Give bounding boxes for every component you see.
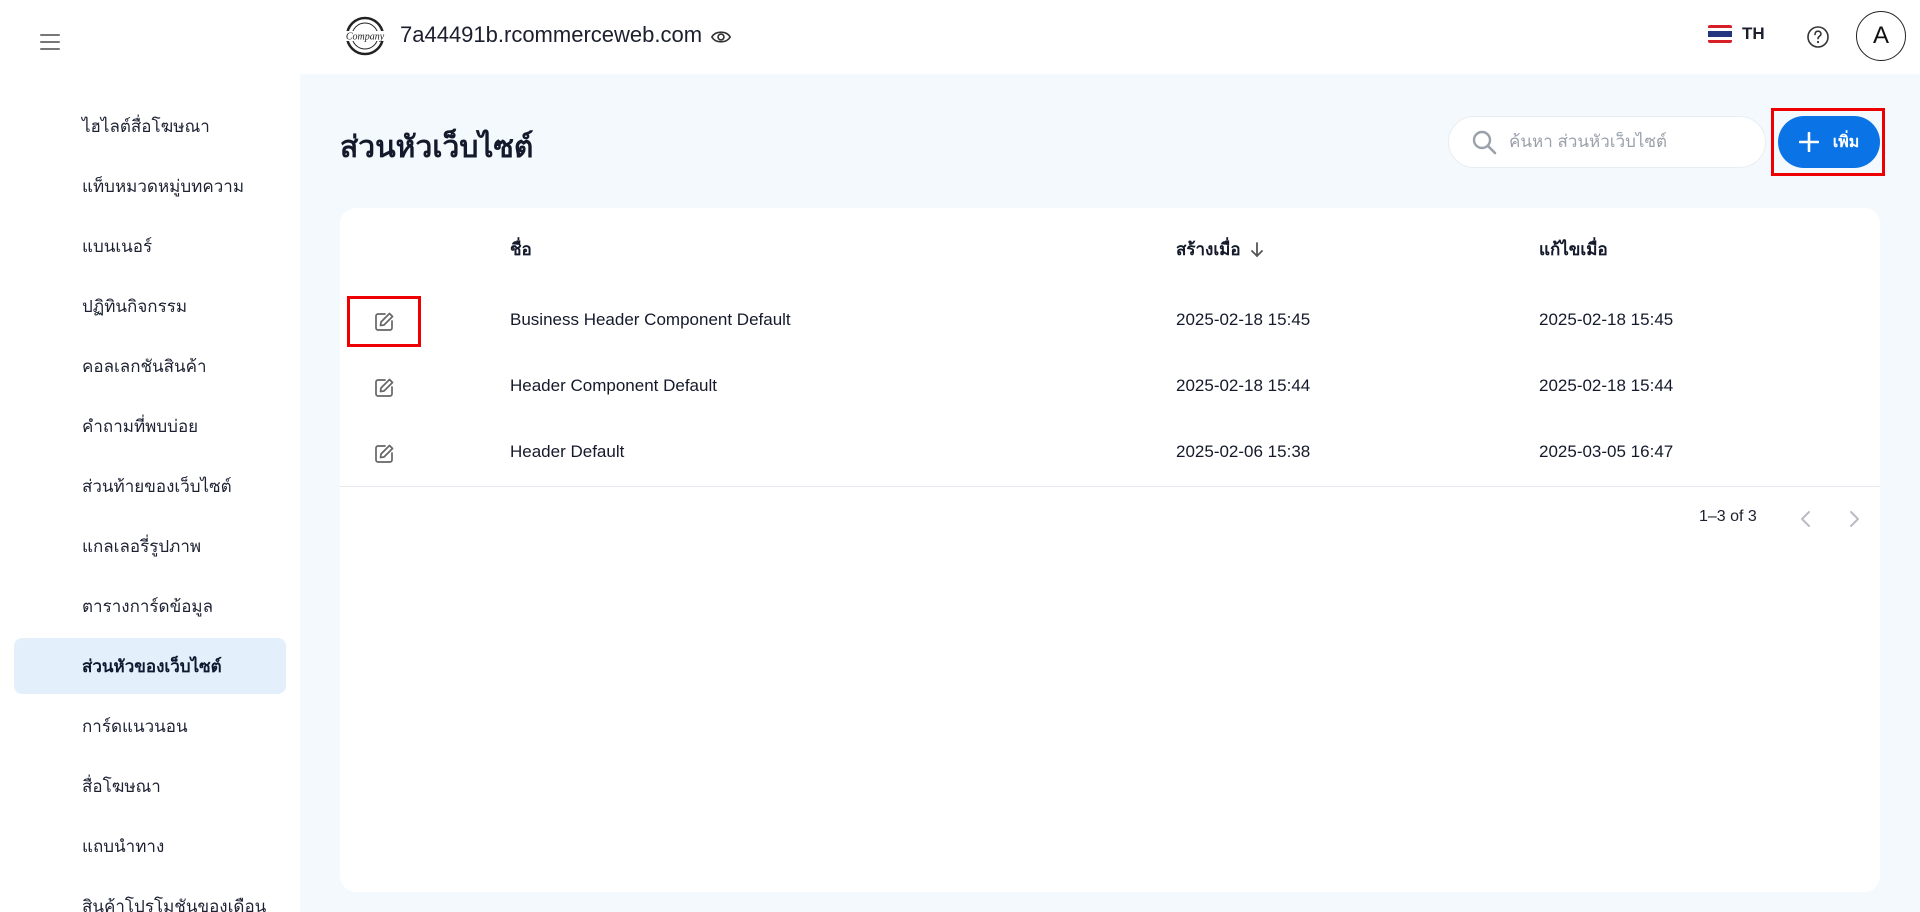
- language-switcher[interactable]: TH: [1708, 24, 1765, 44]
- site-domain: 7a44491b.rcommerceweb.com: [400, 22, 703, 47]
- pagination-range: 1–3 of 3: [1699, 508, 1757, 525]
- sidebar-item-label: แกลเลอรี่รูปภาพ: [82, 536, 202, 556]
- sidebar-item-label: แบนเนอร์: [82, 236, 153, 256]
- plus-icon: [1798, 132, 1819, 152]
- chevron-left-icon[interactable]: [1795, 508, 1817, 530]
- sidebar-item[interactable]: ไฮไลต์สื่อโฆษณา: [14, 98, 286, 154]
- sidebar-item[interactable]: สื่อโฆษณา: [14, 758, 286, 814]
- sidebar-item[interactable]: ส่วนหัวของเว็บไซต์: [14, 638, 286, 694]
- cell-name: Header Component Default: [510, 376, 717, 395]
- edit-button-highlight: [347, 296, 421, 347]
- add-button-label: เพิ่ม: [1832, 133, 1860, 151]
- help-icon[interactable]: [1806, 25, 1830, 49]
- cell-updated: 2025-02-18 15:44: [1539, 376, 1674, 395]
- svg-text:Company: Company: [346, 32, 385, 43]
- sidebar-menu: ไฮไลต์สื่อโฆษณาแท็บหมวดหมู่บทความแบนเนอร…: [14, 98, 286, 912]
- add-button[interactable]: เพิ่ม: [1778, 116, 1880, 168]
- column-header-created-label: สร้างเมื่อ: [1176, 240, 1241, 259]
- column-header-updated[interactable]: แก้ไขเมื่อ: [1539, 236, 1608, 263]
- avatar[interactable]: A: [1856, 11, 1906, 61]
- sidebar-item[interactable]: แกลเลอรี่รูปภาพ: [14, 518, 286, 574]
- sidebar-item[interactable]: แท็บหมวดหมู่บทความ: [14, 158, 286, 214]
- search-box: [1448, 116, 1766, 168]
- top-bar: Company 7a44491b.rcommerceweb.com TH A: [300, 0, 1920, 74]
- menu-icon[interactable]: [38, 31, 62, 53]
- column-header-created[interactable]: สร้างเมื่อ: [1176, 236, 1265, 263]
- sidebar-item-label: คอลเลกชันสินค้า: [82, 356, 207, 376]
- edit-icon[interactable]: [372, 442, 396, 466]
- cell-created: 2025-02-18 15:45: [1176, 310, 1311, 329]
- page-title: ส่วนหัวเว็บไซต์: [340, 131, 534, 164]
- sort-down-icon: [1250, 241, 1263, 257]
- eye-icon[interactable]: [710, 27, 732, 47]
- sidebar-item-label: คำถามที่พบบ่อย: [82, 416, 199, 436]
- sidebar-item-label: ส่วนหัวของเว็บไซต์: [82, 656, 222, 676]
- company-logo: Company: [342, 16, 388, 56]
- edit-icon[interactable]: [372, 376, 396, 400]
- table-divider: [340, 486, 1880, 487]
- sidebar-item[interactable]: ตารางการ์ดข้อมูล: [14, 578, 286, 634]
- search-icon: [1472, 130, 1497, 155]
- sidebar-item-label: ส่วนท้ายของเว็บไซต์: [82, 476, 232, 496]
- sidebar-item-label: สินค้าโปรโมชันของเดือน: [82, 896, 267, 912]
- sidebar-item-label: สื่อโฆษณา: [82, 776, 161, 796]
- sidebar-item[interactable]: คำถามที่พบบ่อย: [14, 398, 286, 454]
- sidebar-item-label: แถบนำทาง: [82, 836, 165, 856]
- search-input[interactable]: [1509, 132, 1749, 152]
- sidebar-item[interactable]: แบนเนอร์: [14, 218, 286, 274]
- sidebar-item[interactable]: แถบนำทาง: [14, 818, 286, 874]
- column-header-updated-label: แก้ไขเมื่อ: [1539, 240, 1608, 259]
- sidebar: ไฮไลต์สื่อโฆษณาแท็บหมวดหมู่บทความแบนเนอร…: [0, 0, 300, 912]
- sidebar-item-label: ปฏิทินกิจกรรม: [82, 296, 188, 316]
- sidebar-item[interactable]: การ์ดแนวนอน: [14, 698, 286, 754]
- cell-name: Business Header Component Default: [510, 310, 791, 329]
- cell-name: Header Default: [510, 442, 625, 461]
- chevron-right-icon[interactable]: [1843, 508, 1865, 530]
- sidebar-item-label: แท็บหมวดหมู่บทความ: [82, 176, 245, 196]
- sidebar-item[interactable]: ปฏิทินกิจกรรม: [14, 278, 286, 334]
- column-header-name-label: ชื่อ: [510, 240, 532, 259]
- cell-updated: 2025-03-05 16:47: [1539, 442, 1674, 461]
- cell-updated: 2025-02-18 15:45: [1539, 310, 1674, 329]
- sidebar-item[interactable]: ส่วนท้ายของเว็บไซต์: [14, 458, 286, 514]
- sidebar-item[interactable]: สินค้าโปรโมชันของเดือน: [14, 878, 286, 912]
- sidebar-item-label: ไฮไลต์สื่อโฆษณา: [82, 116, 210, 136]
- sidebar-item-label: ตารางการ์ดข้อมูล: [82, 596, 214, 616]
- thai-flag-icon: [1708, 25, 1732, 43]
- column-header-name[interactable]: ชื่อ: [510, 236, 532, 263]
- language-label: TH: [1742, 24, 1765, 43]
- sidebar-item-label: การ์ดแนวนอน: [82, 716, 188, 736]
- cell-created: 2025-02-18 15:44: [1176, 376, 1311, 395]
- sidebar-item[interactable]: คอลเลกชันสินค้า: [14, 338, 286, 394]
- cell-created: 2025-02-06 15:38: [1176, 442, 1311, 461]
